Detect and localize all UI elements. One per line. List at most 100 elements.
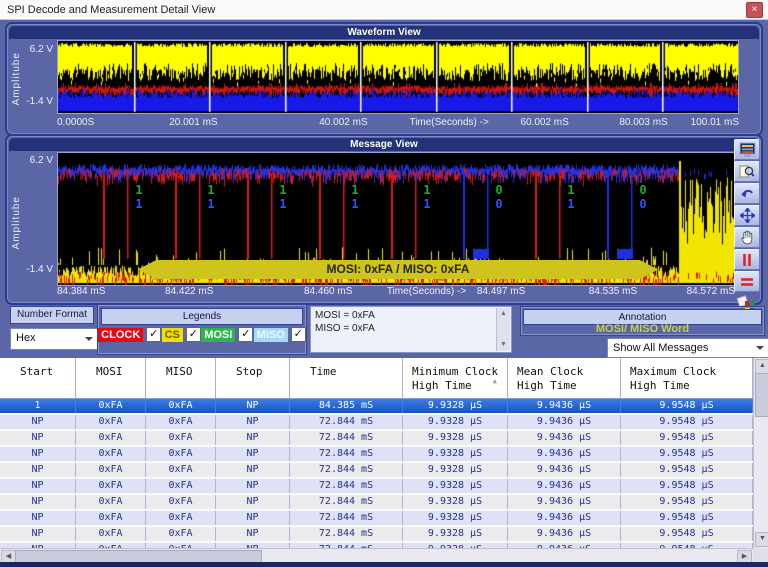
column-header-stop[interactable]: Stop bbox=[216, 358, 290, 398]
table-body: 10xFA0xFANP84.385 mS9.9328 µS9.9436 µS9.… bbox=[0, 399, 753, 549]
message-info-line: MOSI = 0xFA bbox=[315, 309, 495, 322]
table-cell: NP bbox=[0, 463, 76, 477]
legend-item-mosi: MOSI✓ bbox=[201, 327, 253, 342]
table-cell: 9.9328 µS bbox=[403, 495, 508, 509]
table-row[interactable]: NP0xFA0xFANP72.844 mS9.9328 µS9.9436 µS9… bbox=[0, 463, 753, 479]
legend-label: MISO bbox=[254, 328, 288, 342]
table-cell: 0xFA bbox=[146, 447, 216, 461]
table-header: StartMOSIMISOStopTimeMinimum Clock High … bbox=[0, 358, 753, 399]
message-y-axis-label: Amplitube bbox=[11, 196, 22, 249]
table-cell: 0xFA bbox=[76, 447, 146, 461]
table-cell: NP bbox=[216, 447, 290, 461]
table-cell: 0xFA bbox=[146, 463, 216, 477]
x-tick: 84.572 mS bbox=[687, 286, 735, 297]
zoom-icon[interactable] bbox=[734, 161, 760, 182]
table-row[interactable]: 10xFA0xFANP84.385 mS9.9328 µS9.9436 µS9.… bbox=[0, 399, 753, 415]
table-cell: 9.9436 µS bbox=[508, 415, 621, 429]
message-info-line: MISO = 0xFA bbox=[315, 322, 495, 335]
table-cell: NP bbox=[0, 527, 76, 541]
column-header-miso[interactable]: MISO bbox=[146, 358, 216, 398]
table-cell: NP bbox=[0, 511, 76, 525]
table-cell: 9.9548 µS bbox=[621, 447, 753, 461]
number-format-select[interactable]: Hex bbox=[10, 328, 99, 350]
legend-item-miso: MISO✓ bbox=[254, 327, 306, 342]
column-header-start[interactable]: Start bbox=[0, 358, 76, 398]
display-snapshot-icon[interactable] bbox=[734, 139, 760, 160]
table-row[interactable]: NP0xFA0xFANP72.844 mS9.9328 µS9.9436 µS9… bbox=[0, 415, 753, 431]
x-tick: 84.422 mS bbox=[165, 286, 213, 297]
table-cell: 9.9328 µS bbox=[403, 431, 508, 445]
table-cell: 0xFA bbox=[146, 495, 216, 509]
table-cell: 9.9328 µS bbox=[403, 399, 508, 413]
table-cell: NP bbox=[216, 415, 290, 429]
legend-checkbox[interactable]: ✓ bbox=[238, 327, 253, 342]
table-cell: 84.385 mS bbox=[290, 399, 403, 413]
horizontal-cursors-icon[interactable] bbox=[734, 271, 760, 292]
table-vertical-scrollbar[interactable]: ▲ ▼ bbox=[753, 358, 768, 548]
scroll-down-icon[interactable]: ▼ bbox=[755, 532, 768, 547]
x-tick: 80.003 mS bbox=[619, 117, 667, 128]
message-toolbar bbox=[734, 139, 760, 313]
column-header-minimum-clock[interactable]: Minimum Clock High Time▲ bbox=[403, 358, 508, 398]
table-cell: 0xFA bbox=[76, 431, 146, 445]
table-cell: 9.9328 µS bbox=[403, 511, 508, 525]
vertical-cursors-icon[interactable] bbox=[734, 249, 760, 270]
table-row[interactable]: NP0xFA0xFANP72.844 mS9.9328 µS9.9436 µS9… bbox=[0, 527, 753, 543]
x-tick: 84.497 mS bbox=[477, 286, 525, 297]
legend-item-cs: CS✓ bbox=[162, 327, 201, 342]
table-cell: 72.844 mS bbox=[290, 479, 403, 493]
table-cell: 72.844 mS bbox=[290, 447, 403, 461]
x-tick: Time(Seconds) -> bbox=[387, 286, 466, 297]
table-cell: 0xFA bbox=[76, 415, 146, 429]
table-cell: NP bbox=[0, 495, 76, 509]
x-tick: 60.002 mS bbox=[520, 117, 568, 128]
message-plot[interactable] bbox=[57, 152, 735, 286]
table-cell: 72.844 mS bbox=[290, 415, 403, 429]
table-cell: 0xFA bbox=[146, 415, 216, 429]
message-view-panel: Message View Amplitube 6.2 V -1.4 V MOSI… bbox=[5, 134, 763, 305]
table-cell: 9.9328 µS bbox=[403, 447, 508, 461]
scroll-up-icon[interactable]: ▲ bbox=[755, 359, 768, 374]
table-cell: 72.844 mS bbox=[290, 431, 403, 445]
waveform-view-panel: Waveform View Amplitube 6.2 V -1.4 V 0.0… bbox=[5, 22, 763, 136]
table-row[interactable]: NP0xFA0xFANP72.844 mS9.9328 µS9.9436 µS9… bbox=[0, 447, 753, 463]
legend-label: CLOCK bbox=[98, 328, 143, 342]
legend-checkbox[interactable]: ✓ bbox=[146, 327, 161, 342]
table-cell: NP bbox=[0, 415, 76, 429]
message-x-axis: 84.384 mS84.422 mS84.460 mSTime(Seconds)… bbox=[57, 286, 735, 300]
table-cell: 0xFA bbox=[146, 431, 216, 445]
info-scrollbar[interactable]: ▲ ▼ bbox=[496, 308, 510, 351]
number-format-label: Number Format bbox=[10, 306, 94, 324]
scroll-down-icon[interactable]: ▼ bbox=[497, 339, 510, 351]
x-tick: 84.384 mS bbox=[57, 286, 105, 297]
x-tick: Time(Seconds) -> bbox=[409, 117, 488, 128]
table-cell: 72.844 mS bbox=[290, 527, 403, 541]
table-cell: 9.9436 µS bbox=[508, 527, 621, 541]
table-row[interactable]: NP0xFA0xFANP72.844 mS9.9328 µS9.9436 µS9… bbox=[0, 431, 753, 447]
table-row[interactable]: NP0xFA0xFANP72.844 mS9.9328 µS9.9436 µS9… bbox=[0, 479, 753, 495]
table-row[interactable]: NP0xFA0xFANP72.844 mS9.9328 µS9.9436 µS9… bbox=[0, 495, 753, 511]
measurement-table: StartMOSIMISOStopTimeMinimum Clock High … bbox=[0, 358, 753, 549]
vertical-scroll-thumb[interactable] bbox=[755, 373, 768, 417]
table-cell: 9.9436 µS bbox=[508, 479, 621, 493]
scroll-up-icon[interactable]: ▲ bbox=[497, 308, 510, 320]
legend-checkbox[interactable]: ✓ bbox=[186, 327, 201, 342]
hand-icon[interactable] bbox=[734, 227, 760, 248]
column-header-time[interactable]: Time bbox=[290, 358, 403, 398]
table-row[interactable]: NP0xFA0xFANP72.844 mS9.9328 µS9.9436 µS9… bbox=[0, 511, 753, 527]
message-filter-select[interactable]: Show All Messages bbox=[607, 338, 768, 358]
x-tick: 40.002 mS bbox=[319, 117, 367, 128]
waveform-plot[interactable] bbox=[57, 40, 739, 114]
legend-checkbox[interactable]: ✓ bbox=[291, 327, 306, 342]
column-header-mean-clock[interactable]: Mean Clock High Time bbox=[508, 358, 621, 398]
table-horizontal-scrollbar[interactable]: ◀ ▶ bbox=[0, 548, 753, 563]
table-cell: 9.9548 µS bbox=[621, 463, 753, 477]
close-icon[interactable]: × bbox=[746, 2, 763, 18]
column-header-maximum-clock[interactable]: Maximum Clock High Time bbox=[621, 358, 753, 398]
table-cell: NP bbox=[216, 527, 290, 541]
undo-icon[interactable] bbox=[734, 183, 760, 204]
pan-icon[interactable] bbox=[734, 205, 760, 226]
chevron-down-icon bbox=[85, 337, 93, 341]
message-info-box[interactable]: MOSI = 0xFAMISO = 0xFA ▲ ▼ bbox=[310, 306, 512, 353]
column-header-mosi[interactable]: MOSI bbox=[76, 358, 146, 398]
